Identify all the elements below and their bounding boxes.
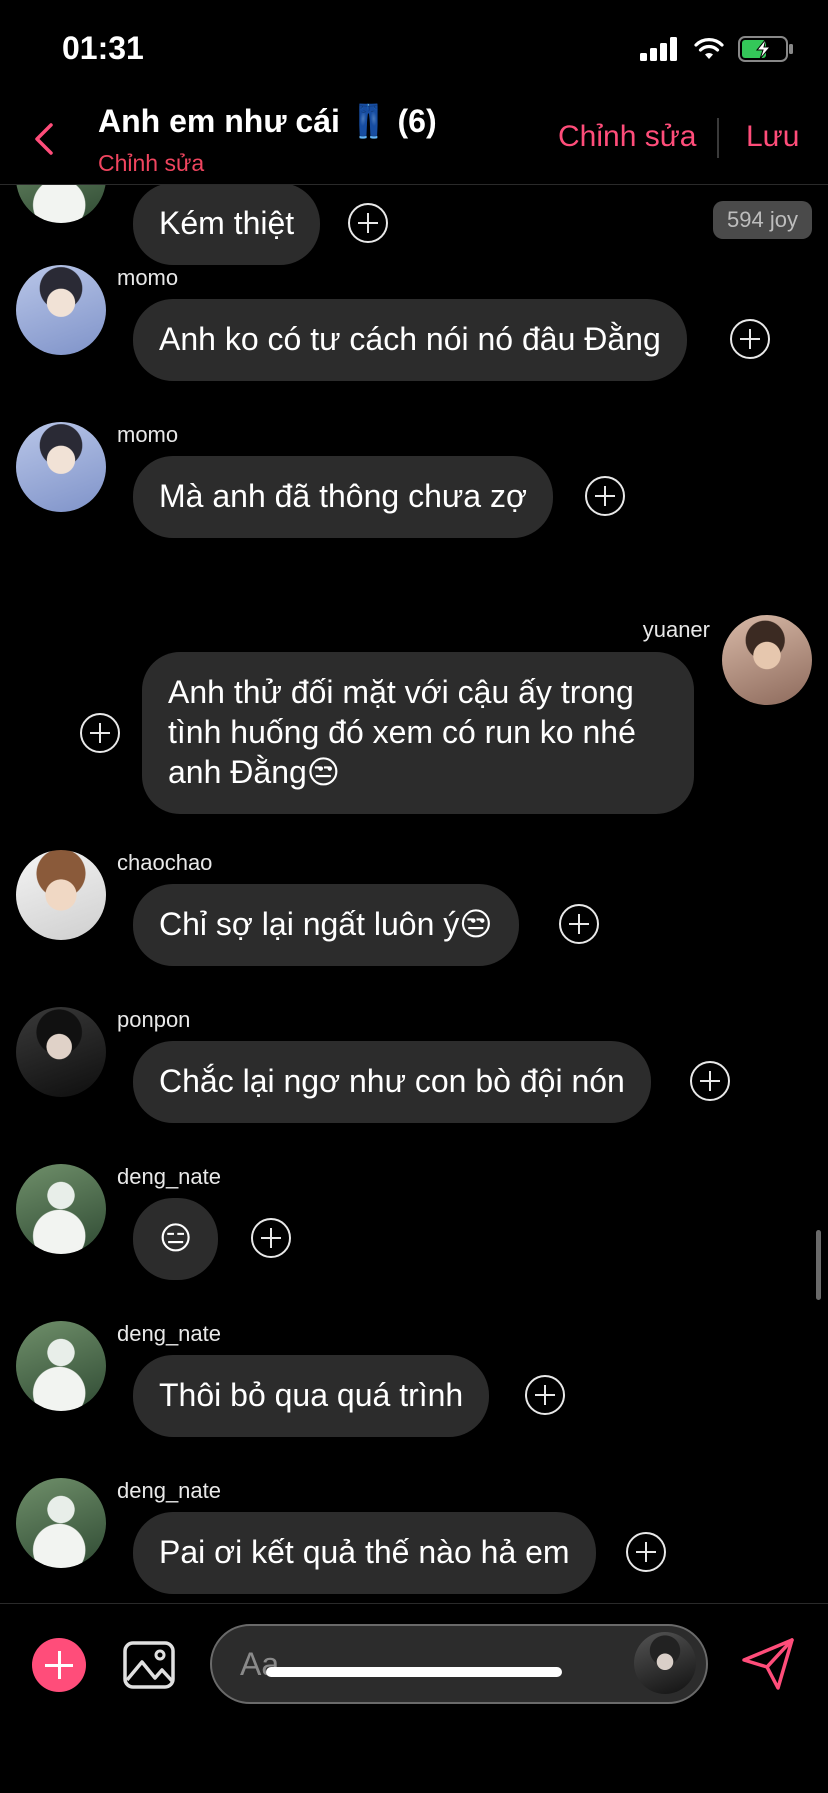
- avatar-sticker[interactable]: [634, 1632, 696, 1694]
- avatar-deng-nate[interactable]: [16, 1321, 106, 1411]
- composer-bar: [0, 1603, 828, 1793]
- home-indicator: [266, 1667, 562, 1677]
- message-bubble[interactable]: Chỉ sợ lại ngất luôn ý😒: [133, 884, 519, 966]
- message-bubble[interactable]: Chắc lại ngơ như con bò đội nón: [133, 1041, 651, 1123]
- add-reaction-icon[interactable]: [348, 203, 388, 243]
- message-item: yuaner Anh thử đối mặt với cậu ấy trong …: [0, 615, 828, 815]
- add-reaction-icon[interactable]: [626, 1532, 666, 1572]
- wifi-icon: [694, 38, 724, 59]
- chat-header: Anh em như cái 👖 (6) Chỉnh sửa Chỉnh sửa…: [0, 96, 828, 185]
- message-item: momo Anh ko có tư cách nói nó đâu Đằng: [0, 265, 828, 395]
- status-bar: 01:31: [0, 0, 828, 96]
- send-icon[interactable]: [738, 1634, 798, 1694]
- chat-title[interactable]: Anh em như cái 👖 (6): [98, 102, 437, 140]
- header-divider: [717, 118, 719, 158]
- message-bubble[interactable]: Mà anh đã thông chưa zợ: [133, 456, 553, 538]
- message-bubble[interactable]: Pai ơi kết quả thế nào hả em: [133, 1512, 596, 1594]
- status-icons: [640, 34, 794, 64]
- add-reaction-icon[interactable]: [525, 1375, 565, 1415]
- add-reaction-icon[interactable]: [730, 319, 770, 359]
- avatar-yuaner[interactable]: [722, 615, 812, 705]
- message-item: deng_nate 😑: [0, 1164, 828, 1294]
- add-reaction-icon[interactable]: [80, 713, 120, 753]
- add-reaction-icon[interactable]: [585, 476, 625, 516]
- message-list[interactable]: Kém thiệt 594 joy momo Anh ko có tư cách…: [0, 185, 828, 1603]
- message-bubble[interactable]: 😑: [133, 1198, 219, 1280]
- avatar-deng-nate[interactable]: [16, 1478, 106, 1568]
- sender-name: momo: [117, 422, 179, 447]
- message-input-field[interactable]: [210, 1624, 708, 1704]
- avatar-momo[interactable]: [16, 422, 106, 512]
- sender-name: chaochao: [117, 850, 213, 875]
- add-reaction-icon[interactable]: [559, 904, 599, 944]
- avatar-momo[interactable]: [16, 265, 106, 355]
- avatar-deng-nate[interactable]: [16, 1164, 106, 1254]
- message-item: momo Mà anh đã thông chưa zợ: [0, 422, 828, 552]
- edit-button[interactable]: Chỉnh sửa: [558, 120, 697, 154]
- add-reaction-icon[interactable]: [251, 1218, 291, 1258]
- sender-name: ponpon: [117, 1007, 191, 1032]
- message-item: deng_nate Pai ơi kết quả thế nào hả em: [0, 1478, 828, 1603]
- message-item: deng_nate Thôi bỏ qua quá trình: [0, 1321, 828, 1451]
- back-chevron-icon: [35, 123, 53, 155]
- image-icon[interactable]: [122, 1638, 176, 1692]
- message-bubble[interactable]: Anh thử đối mặt với cậu ấy trong tình hu…: [142, 652, 694, 814]
- sender-name: deng_nate: [117, 1164, 221, 1189]
- message-bubble[interactable]: Kém thiệt: [133, 185, 321, 265]
- sender-name: yuaner: [642, 617, 710, 642]
- message-input[interactable]: [240, 1644, 610, 1684]
- message-item: Kém thiệt 594 joy: [0, 185, 828, 265]
- message-item: chaochao Chỉ sợ lại ngất luôn ý😒: [0, 850, 828, 980]
- message-bubble[interactable]: Thôi bỏ qua quá trình: [133, 1355, 490, 1437]
- sender-name: deng_nate: [117, 1478, 221, 1503]
- signal-icon: [640, 37, 677, 61]
- joy-badge: 594 joy: [713, 201, 812, 239]
- avatar-deng-nate[interactable]: [16, 185, 106, 223]
- sender-name: momo: [117, 265, 179, 290]
- battery-charging-icon: [738, 36, 793, 62]
- status-time: 01:31: [62, 30, 144, 66]
- sender-name: deng_nate: [117, 1321, 221, 1346]
- back-button[interactable]: [24, 114, 64, 164]
- add-icon[interactable]: [32, 1638, 86, 1692]
- chat-subtitle-edit-link[interactable]: Chỉnh sửa: [98, 150, 204, 177]
- add-reaction-icon[interactable]: [690, 1061, 730, 1101]
- avatar-chaochao[interactable]: [16, 850, 106, 940]
- avatar-ponpon[interactable]: [16, 1007, 106, 1097]
- save-button[interactable]: Lưu: [746, 120, 799, 154]
- scrollbar[interactable]: [816, 1230, 821, 1300]
- message-bubble[interactable]: Anh ko có tư cách nói nó đâu Đằng: [133, 299, 687, 381]
- message-item: ponpon Chắc lại ngơ như con bò đội nón: [0, 1007, 828, 1137]
